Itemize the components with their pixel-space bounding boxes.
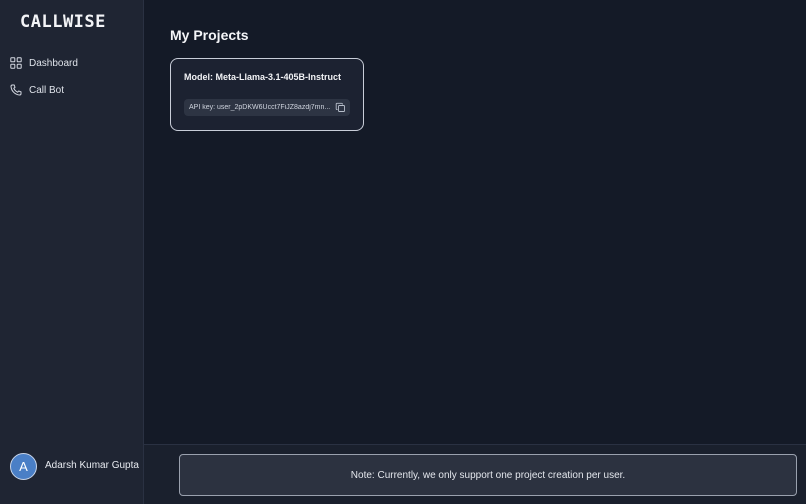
api-key-text: API key: user_2pDKW6Ucct7FiJZ8azdj7mn... bbox=[189, 104, 331, 111]
api-key-field: API key: user_2pDKW6Ucct7FiJZ8azdj7mn... bbox=[184, 99, 350, 116]
user-profile[interactable]: A Adarsh Kumar Gupta bbox=[10, 453, 139, 480]
phone-icon bbox=[10, 84, 22, 96]
main-content: My Projects Model: Meta-Llama-3.1-405B-I… bbox=[144, 0, 806, 444]
sidebar: CALLWISE Dashboard Call Bot A Adarsh Kum… bbox=[0, 0, 144, 504]
avatar[interactable]: A bbox=[10, 453, 37, 480]
app-root: CALLWISE Dashboard Call Bot A Adarsh Kum… bbox=[0, 0, 806, 504]
project-model-label: Model: Meta-Llama-3.1-405B-Instruct bbox=[184, 72, 342, 82]
footer: Note: Currently, we only support one pro… bbox=[144, 444, 806, 504]
info-note: Note: Currently, we only support one pro… bbox=[179, 454, 797, 496]
sidebar-item-label: Call Bot bbox=[29, 84, 65, 96]
dashboard-grid-icon bbox=[10, 57, 22, 69]
sidebar-nav: Dashboard Call Bot bbox=[0, 50, 144, 104]
page-title: My Projects bbox=[170, 27, 249, 43]
project-card[interactable]: Model: Meta-Llama-3.1-405B-Instruct API … bbox=[170, 58, 364, 131]
brand-logo[interactable]: CALLWISE bbox=[20, 12, 106, 32]
user-name: Adarsh Kumar Gupta bbox=[45, 460, 139, 471]
sidebar-item-label: Dashboard bbox=[29, 57, 78, 69]
copy-icon[interactable] bbox=[335, 102, 346, 113]
sidebar-item-call-bot[interactable]: Call Bot bbox=[0, 77, 144, 103]
sidebar-item-dashboard[interactable]: Dashboard bbox=[0, 50, 144, 76]
